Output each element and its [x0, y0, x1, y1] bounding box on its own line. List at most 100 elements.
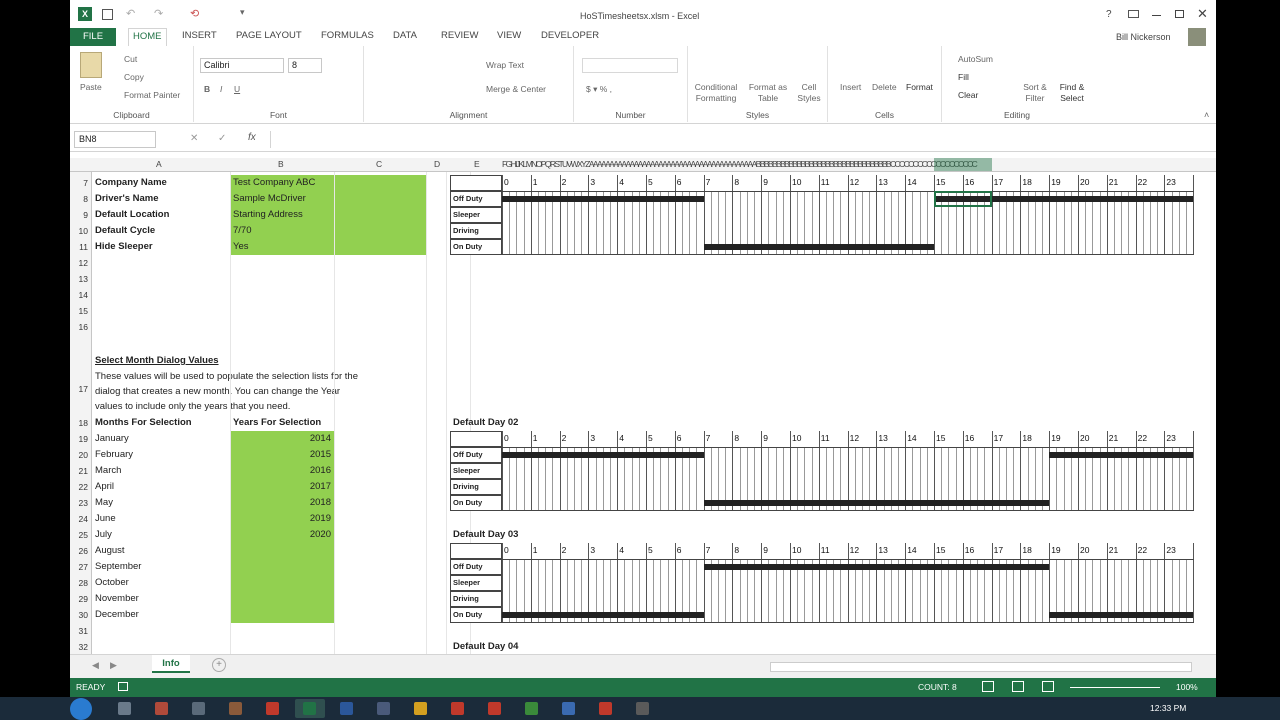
tab-review[interactable]: REVIEW	[441, 30, 478, 41]
selected-range[interactable]	[934, 191, 992, 207]
month-cell[interactable]: May	[92, 495, 230, 511]
delete-button[interactable]: Delete	[872, 82, 897, 92]
page-break-view-icon[interactable]	[1042, 681, 1054, 692]
sort-filter-button[interactable]: Sort & Filter	[1018, 82, 1052, 104]
formula-input[interactable]	[270, 131, 1200, 148]
font-name-select[interactable]: Calibri	[200, 58, 284, 73]
day-03-label[interactable]: Default Day 03	[450, 527, 570, 543]
tab-file[interactable]: FILE	[70, 28, 116, 46]
select-month-desc[interactable]: These values will be used to populate th…	[92, 369, 432, 385]
maximize-icon[interactable]	[1175, 10, 1184, 18]
row-header[interactable]: 8	[70, 191, 92, 207]
enter-icon[interactable]: ✓	[218, 133, 226, 144]
month-cell[interactable]: January	[92, 431, 230, 447]
year-cell[interactable]: 2018	[230, 495, 334, 511]
ribbon-display-icon[interactable]	[1128, 10, 1139, 18]
taskbar-app-icon[interactable]	[110, 699, 140, 718]
col-headers-narrow[interactable]: FGHIJKLMNOPQRSTUVWXYZAAAAAAAAAAAAAAAAAAA…	[502, 159, 1194, 169]
row-header[interactable]: 32	[70, 639, 92, 655]
worksheet[interactable]: Company Name Test Company ABC Driver's Nam…	[92, 172, 1202, 654]
tab-insert[interactable]: INSERT	[182, 30, 217, 41]
minimize-icon[interactable]	[1152, 15, 1161, 16]
row-header[interactable]: 21	[70, 463, 92, 479]
horizontal-scrollbar[interactable]	[770, 662, 1192, 672]
year-cell[interactable]: 2016	[230, 463, 334, 479]
taskbar-app-icon[interactable]	[406, 699, 436, 718]
row-header[interactable]: 15	[70, 303, 92, 319]
row-header[interactable]: 27	[70, 559, 92, 575]
cancel-icon[interactable]: ✕	[190, 133, 198, 144]
setting-value[interactable]: Sample McDriver	[230, 191, 426, 207]
taskbar-app-icon[interactable]	[295, 699, 325, 718]
name-box[interactable]: BN8	[74, 131, 156, 148]
month-cell[interactable]: March	[92, 463, 230, 479]
row-header[interactable]: 12	[70, 255, 92, 271]
row-header[interactable]: 22	[70, 479, 92, 495]
row-header[interactable]: 29	[70, 591, 92, 607]
row-header[interactable]: 31	[70, 623, 92, 639]
clear-button[interactable]: Clear	[958, 90, 978, 100]
taskbar-app-icon[interactable]	[554, 699, 584, 718]
setting-label[interactable]: Hide Sleeper	[92, 239, 230, 255]
day-04-label[interactable]: Default Day 04	[450, 639, 570, 655]
undo-icon[interactable]: ↶	[126, 7, 135, 20]
taskbar-app-icon[interactable]	[517, 699, 547, 718]
close-icon[interactable]: ✕	[1197, 6, 1208, 22]
page-layout-view-icon[interactable]	[1012, 681, 1024, 692]
macro-record-icon[interactable]	[118, 682, 128, 691]
select-month-title[interactable]: Select Month Dialog Values	[92, 353, 392, 369]
fill-button[interactable]: Fill	[958, 72, 969, 82]
wrap-text-button[interactable]: Wrap Text	[486, 60, 524, 70]
row-header[interactable]: 9	[70, 207, 92, 223]
year-cell[interactable]: 2015	[230, 447, 334, 463]
avatar[interactable]	[1188, 28, 1206, 46]
year-cell[interactable]	[230, 607, 334, 623]
new-sheet-icon[interactable]: +	[212, 658, 226, 672]
row-header[interactable]: 7	[70, 175, 92, 191]
setting-value[interactable]: Starting Address	[230, 207, 426, 223]
row-header[interactable]: 25	[70, 527, 92, 543]
bold-icon[interactable]: B	[204, 84, 210, 94]
insert-button[interactable]: Insert	[840, 82, 861, 92]
setting-value[interactable]: 7/70	[230, 223, 426, 239]
setting-label[interactable]: Default Cycle	[92, 223, 230, 239]
years-header[interactable]: Years For Selection	[230, 415, 334, 431]
copy-button[interactable]: Copy	[124, 72, 144, 82]
collapse-ribbon-icon[interactable]: ˄	[1204, 110, 1209, 120]
zoom-level[interactable]: 100%	[1176, 682, 1198, 692]
tab-home[interactable]: HOME	[128, 28, 167, 46]
year-cell[interactable]: 2019	[230, 511, 334, 527]
setting-value[interactable]: Test Company ABC	[230, 175, 426, 191]
conditional-formatting-button[interactable]: Conditional Formatting	[692, 82, 740, 104]
row-header[interactable]: 18	[70, 415, 92, 431]
year-cell[interactable]: 2017	[230, 479, 334, 495]
month-cell[interactable]: August	[92, 543, 230, 559]
taskbar-app-icon[interactable]	[369, 699, 399, 718]
format-as-table-button[interactable]: Format as Table	[746, 82, 790, 104]
col-header-d[interactable]: D	[434, 159, 440, 169]
tab-view[interactable]: VIEW	[497, 30, 521, 41]
row-header[interactable]: 14	[70, 287, 92, 303]
taskbar-app-icon[interactable]	[332, 699, 362, 718]
underline-icon[interactable]: U	[234, 84, 240, 94]
paste-icon[interactable]	[80, 52, 102, 78]
month-cell[interactable]: September	[92, 559, 230, 575]
col-header-c[interactable]: C	[376, 159, 382, 169]
row-header[interactable]: 13	[70, 271, 92, 287]
sheet-tab-info[interactable]: Info	[152, 655, 190, 673]
taskbar-app-icon[interactable]	[147, 699, 177, 718]
row-header[interactable]: 11	[70, 239, 92, 255]
font-size-select[interactable]: 8	[288, 58, 322, 73]
col-header-e[interactable]: E	[474, 159, 480, 169]
setting-value[interactable]: Yes	[230, 239, 426, 255]
autosum-button[interactable]: AutoSum	[958, 54, 993, 64]
year-cell[interactable]: 2020	[230, 527, 334, 543]
user-name[interactable]: Bill Nickerson	[1116, 32, 1171, 42]
cut-button[interactable]: Cut	[124, 54, 137, 64]
taskbar-app-icon[interactable]	[221, 699, 251, 718]
function-icon[interactable]: fx	[248, 132, 256, 143]
row-header[interactable]: 10	[70, 223, 92, 239]
row-header[interactable]: 30	[70, 607, 92, 623]
select-month-desc[interactable]: dialog that creates a new month. You can…	[92, 384, 432, 400]
start-button-icon[interactable]	[70, 698, 92, 720]
